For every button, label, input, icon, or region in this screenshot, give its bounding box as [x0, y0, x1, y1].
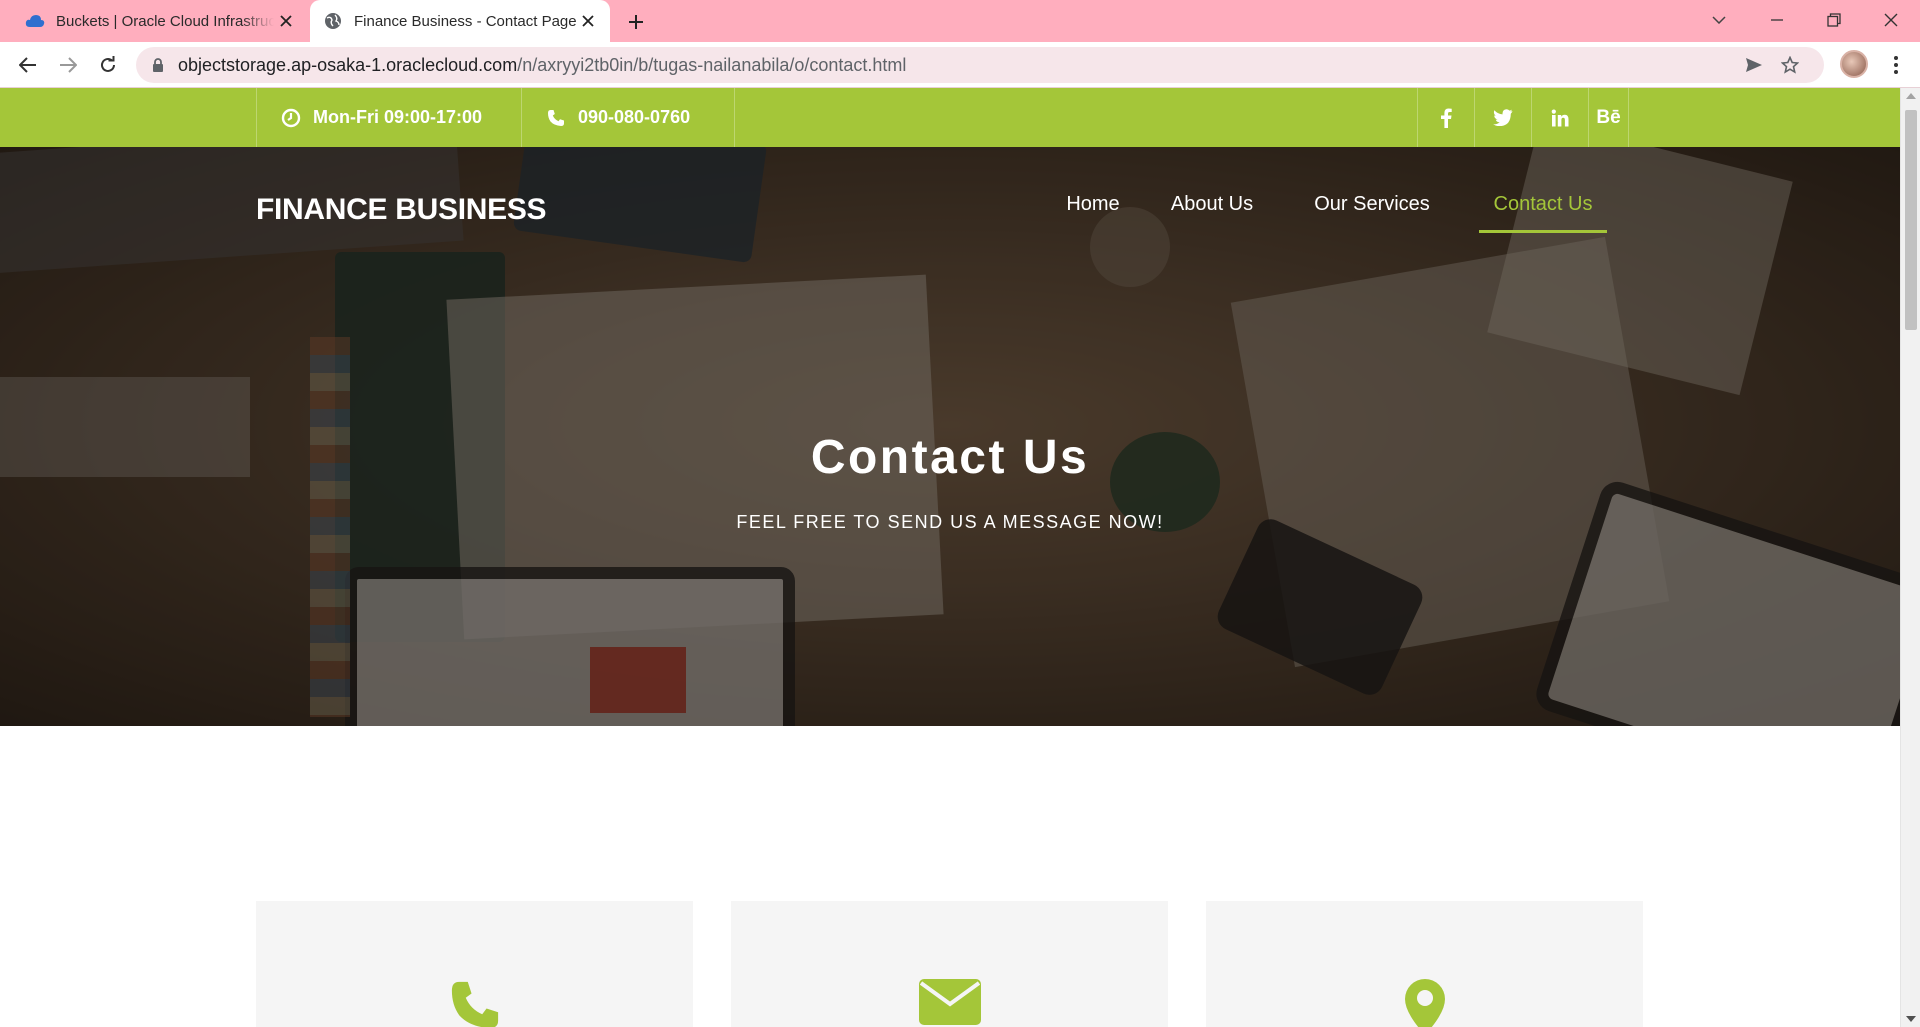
phone-text: 090-080-0760	[578, 107, 691, 127]
close-icon[interactable]	[274, 9, 298, 33]
phone-icon	[256, 979, 693, 1027]
behance-link[interactable]: Bē	[1588, 88, 1628, 147]
url-host: objectstorage.ap-osaka-1.oraclecloud.com	[178, 54, 518, 75]
facebook-link[interactable]	[1417, 88, 1474, 147]
contact-card-location	[1206, 901, 1643, 1027]
cloud-icon	[24, 10, 46, 32]
nav-home[interactable]: Home	[1055, 179, 1131, 229]
linkedin-link[interactable]	[1531, 88, 1588, 147]
contact-card-email	[731, 901, 1168, 1027]
lock-icon[interactable]	[150, 57, 166, 73]
forward-icon[interactable]	[52, 49, 84, 81]
reload-icon[interactable]	[92, 49, 124, 81]
tab-title: Finance Business - Contact Page	[354, 12, 576, 30]
site-logo[interactable]: FINANCE BUSINESS	[256, 193, 547, 227]
facebook-icon	[1441, 108, 1452, 128]
twitter-link[interactable]	[1474, 88, 1531, 147]
nav-our-services[interactable]: Our Services	[1310, 179, 1434, 229]
social-divider	[1628, 88, 1629, 147]
page-viewport: Mon-Fri 09:00-17:00 090-080-0760 Bē FINA…	[0, 88, 1900, 1027]
url-path: /n/axryyi2tb0in/b/tugas-nailanabila/o/co…	[517, 54, 907, 75]
hero-banner: FINANCE BUSINESS Home About Us Our Servi…	[0, 147, 1900, 726]
browser-tab-strip: Buckets | Oracle Cloud Infrastructure Fi…	[0, 0, 1920, 42]
top-info-bar: Mon-Fri 09:00-17:00 090-080-0760 Bē	[0, 88, 1900, 147]
scroll-down-arrow-icon[interactable]	[1906, 1016, 1916, 1022]
envelope-icon	[731, 979, 1168, 1025]
address-bar[interactable]: objectstorage.ap-osaka-1.oraclecloud.com…	[136, 47, 1824, 83]
phone-number[interactable]: 090-080-0760	[521, 88, 735, 147]
nav-about-us[interactable]: About Us	[1166, 179, 1258, 229]
twitter-icon	[1493, 109, 1513, 126]
page-scrollbar[interactable]	[1900, 88, 1920, 1027]
back-icon[interactable]	[12, 49, 44, 81]
browser-toolbar: objectstorage.ap-osaka-1.oraclecloud.com…	[0, 42, 1920, 88]
phone-icon	[546, 108, 566, 128]
contact-card-phone	[256, 901, 693, 1027]
url-text[interactable]: objectstorage.ap-osaka-1.oraclecloud.com…	[178, 55, 906, 76]
scroll-up-arrow-icon[interactable]	[1906, 93, 1916, 99]
tab-oracle-buckets[interactable]: Buckets | Oracle Cloud Infrastructure	[12, 0, 308, 42]
tab-finance-contact[interactable]: Finance Business - Contact Page	[310, 0, 610, 42]
send-icon[interactable]	[1738, 49, 1770, 81]
more-menu-icon[interactable]	[1880, 49, 1912, 81]
close-icon[interactable]	[576, 9, 600, 33]
linkedin-icon	[1551, 109, 1569, 126]
nav-contact-us[interactable]: Contact Us	[1479, 179, 1607, 233]
new-tab-button[interactable]	[622, 8, 650, 36]
map-marker-icon	[1206, 979, 1643, 1027]
tab-title: Buckets | Oracle Cloud Infrastructure	[56, 12, 274, 30]
minimize-icon[interactable]	[1755, 4, 1799, 36]
working-hours: Mon-Fri 09:00-17:00	[256, 88, 521, 147]
bookmark-star-icon[interactable]	[1774, 49, 1806, 81]
page-subtitle: FEEL FREE TO SEND US A MESSAGE NOW!	[736, 512, 1164, 532]
scrollbar-thumb[interactable]	[1905, 110, 1917, 330]
page-title: Contact Us	[810, 431, 1090, 484]
close-window-icon[interactable]	[1869, 4, 1913, 36]
tab-search-icon[interactable]	[1697, 4, 1741, 36]
globe-icon	[322, 10, 344, 32]
hours-text: Mon-Fri 09:00-17:00	[313, 107, 483, 127]
restore-icon[interactable]	[1812, 4, 1856, 36]
clock-icon	[281, 108, 301, 128]
profile-avatar[interactable]	[1840, 50, 1868, 78]
behance-icon: Bē	[1596, 106, 1621, 128]
